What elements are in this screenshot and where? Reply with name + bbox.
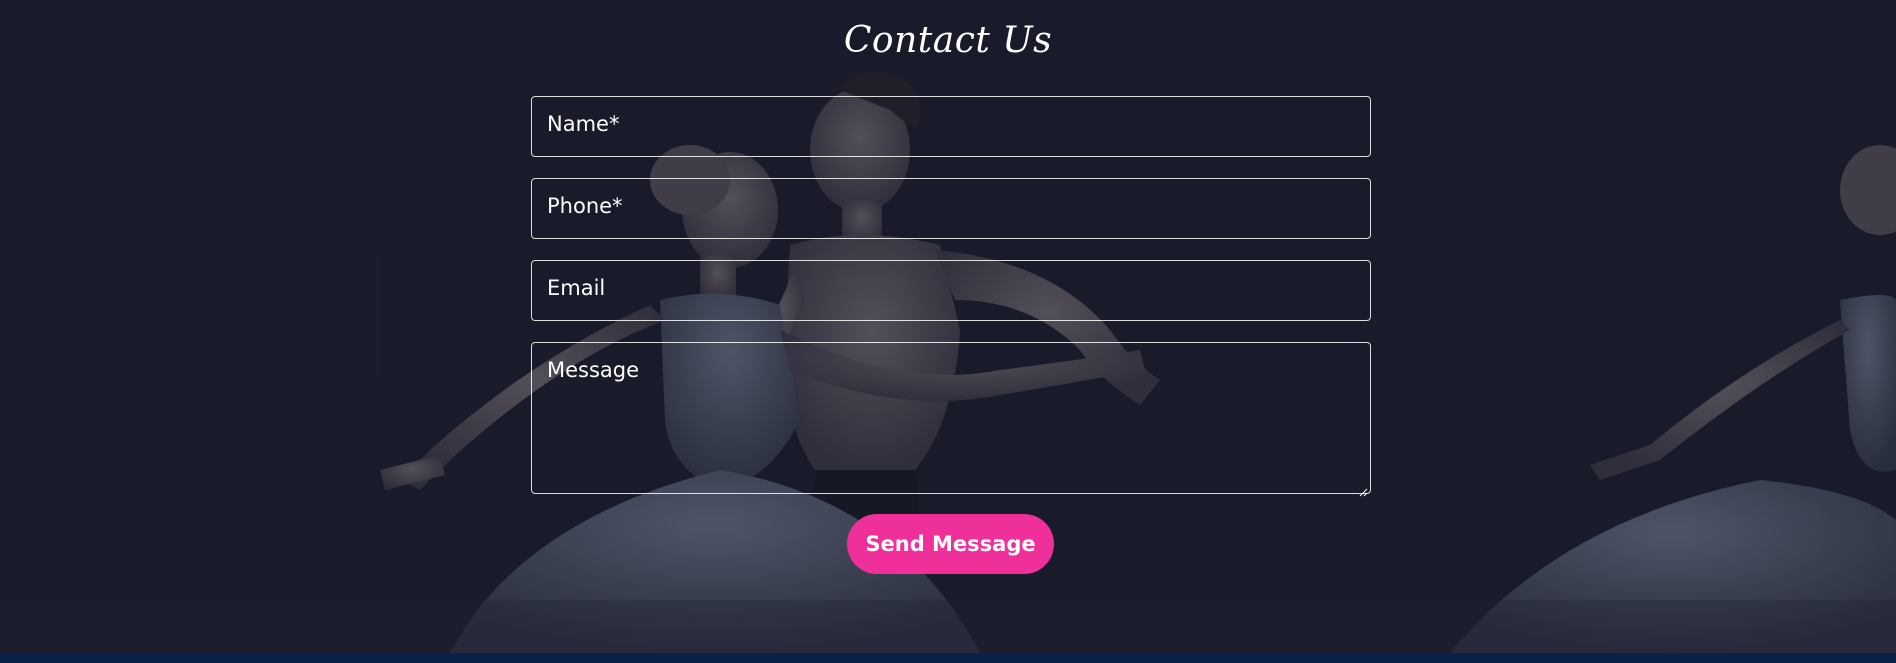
section-title: Contact Us bbox=[843, 20, 1053, 61]
message-textarea[interactable]: Message bbox=[531, 342, 1371, 497]
message-placeholder: Message bbox=[547, 358, 640, 382]
contact-section: Contact Us Name* Phone* Email Message Se… bbox=[0, 0, 1896, 653]
resize-grip-icon[interactable] bbox=[1359, 482, 1368, 497]
footer-strip bbox=[0, 653, 1896, 663]
email-placeholder: Email bbox=[547, 276, 606, 300]
name-input[interactable]: Name* bbox=[531, 96, 1371, 157]
phone-placeholder: Phone* bbox=[547, 194, 623, 218]
send-message-button[interactable]: Send Message bbox=[847, 514, 1054, 574]
name-placeholder: Name* bbox=[547, 112, 620, 136]
email-input[interactable]: Email bbox=[531, 260, 1371, 321]
phone-input[interactable]: Phone* bbox=[531, 178, 1371, 239]
